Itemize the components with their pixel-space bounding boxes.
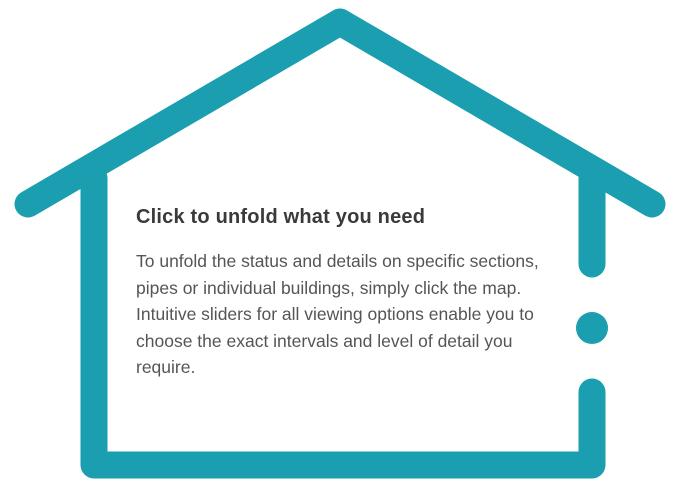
card-body: To unfold the status and details on spec… <box>136 251 539 377</box>
illustration-panel: Click to unfold what you need To unfold … <box>0 0 676 502</box>
card-title: Click to unfold what you need <box>136 206 426 228</box>
info-content: Click to unfold what you need To unfold … <box>136 204 556 381</box>
house-roof <box>14 8 666 218</box>
house-dot <box>576 312 608 344</box>
